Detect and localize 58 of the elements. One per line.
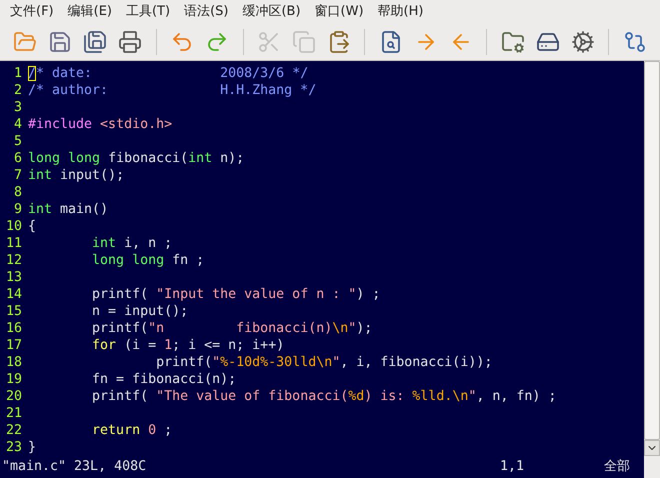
line-number: 5 <box>12 133 23 150</box>
code-line: #include <stdio.h> <box>28 116 172 133</box>
line-number: 11 <box>4 235 23 252</box>
line-number: 15 <box>4 303 23 320</box>
printer-icon <box>118 30 142 54</box>
line-number: 1 <box>12 65 23 82</box>
code-line: int main() <box>28 201 108 218</box>
line-number: 13 <box>4 269 23 286</box>
menu-item[interactable]: 语法(S) <box>177 0 236 24</box>
line-number: 10 <box>4 218 23 235</box>
menu-item[interactable]: 缓冲区(B) <box>235 0 308 24</box>
code-line: { <box>28 218 36 235</box>
scroll-position: 全部 <box>604 458 630 475</box>
line-number: 14 <box>4 286 23 303</box>
code-line: int i, n ; <box>91 235 172 252</box>
folder-gear-icon <box>500 30 525 54</box>
code-line: printf( "The value of fibonacci(%d) is: %lld.\n", n, fn) ; <box>91 388 556 405</box>
cursor-position: 1,1 <box>500 458 526 475</box>
folder-open-icon <box>13 30 38 54</box>
line-number: 9 <box>12 201 23 218</box>
line-number: 21 <box>4 405 23 422</box>
scrollbar-thumb[interactable] <box>644 61 660 440</box>
menu-item[interactable]: 帮助(H) <box>370 0 430 24</box>
line-number: 16 <box>4 320 23 337</box>
file-info: "main.c" 23L, 408C <box>2 458 146 475</box>
code-line: int input(); <box>28 167 124 184</box>
line-number: 4 <box>12 116 23 133</box>
code-line: printf( "Input the value of n : ") ; <box>91 286 380 303</box>
code-line: printf("n fibonacci(n)\n"); <box>91 320 372 337</box>
code-line: /* date: 2008/3/6 */ <box>28 65 308 82</box>
scroll-down-button[interactable] <box>644 440 660 456</box>
line-number: 8 <box>12 184 23 201</box>
line-number: 17 <box>4 337 23 354</box>
line-number: 6 <box>12 150 23 167</box>
menu-item[interactable]: 窗口(W) <box>308 0 371 24</box>
line-number: 3 <box>12 99 23 116</box>
line-number: 12 <box>4 252 23 269</box>
line-number: 20 <box>4 388 23 405</box>
copy-icon <box>292 30 316 54</box>
menu-item[interactable]: 工具(T) <box>118 0 178 24</box>
code-line: } <box>28 439 36 456</box>
code-line: long long fn ; <box>91 252 204 269</box>
code-line: for (i = 1; i <= n; i++) <box>91 337 284 354</box>
code-line: long long fibonacci(int n); <box>28 150 244 167</box>
menu-item[interactable]: 编辑(E) <box>60 0 119 24</box>
code-line: printf("%-10d%-30lld\n", i, fibonacci(i)); <box>155 354 492 371</box>
line-number: 18 <box>4 354 23 371</box>
code-line: /* author: H.H.Zhang */ <box>28 82 316 99</box>
line-number: 19 <box>4 371 23 388</box>
code-line: fn = fibonacci(n); <box>91 371 236 388</box>
line-number: 23 <box>4 439 23 456</box>
line-number: 2 <box>12 82 23 99</box>
code-line: return 0 ; <box>91 422 172 439</box>
code-line: n = input(); <box>91 303 188 320</box>
line-number: 22 <box>4 422 23 439</box>
line-number: 7 <box>12 167 23 184</box>
floppy-disks-icon <box>83 30 108 54</box>
menu-item[interactable]: 文件(F) <box>3 0 61 24</box>
